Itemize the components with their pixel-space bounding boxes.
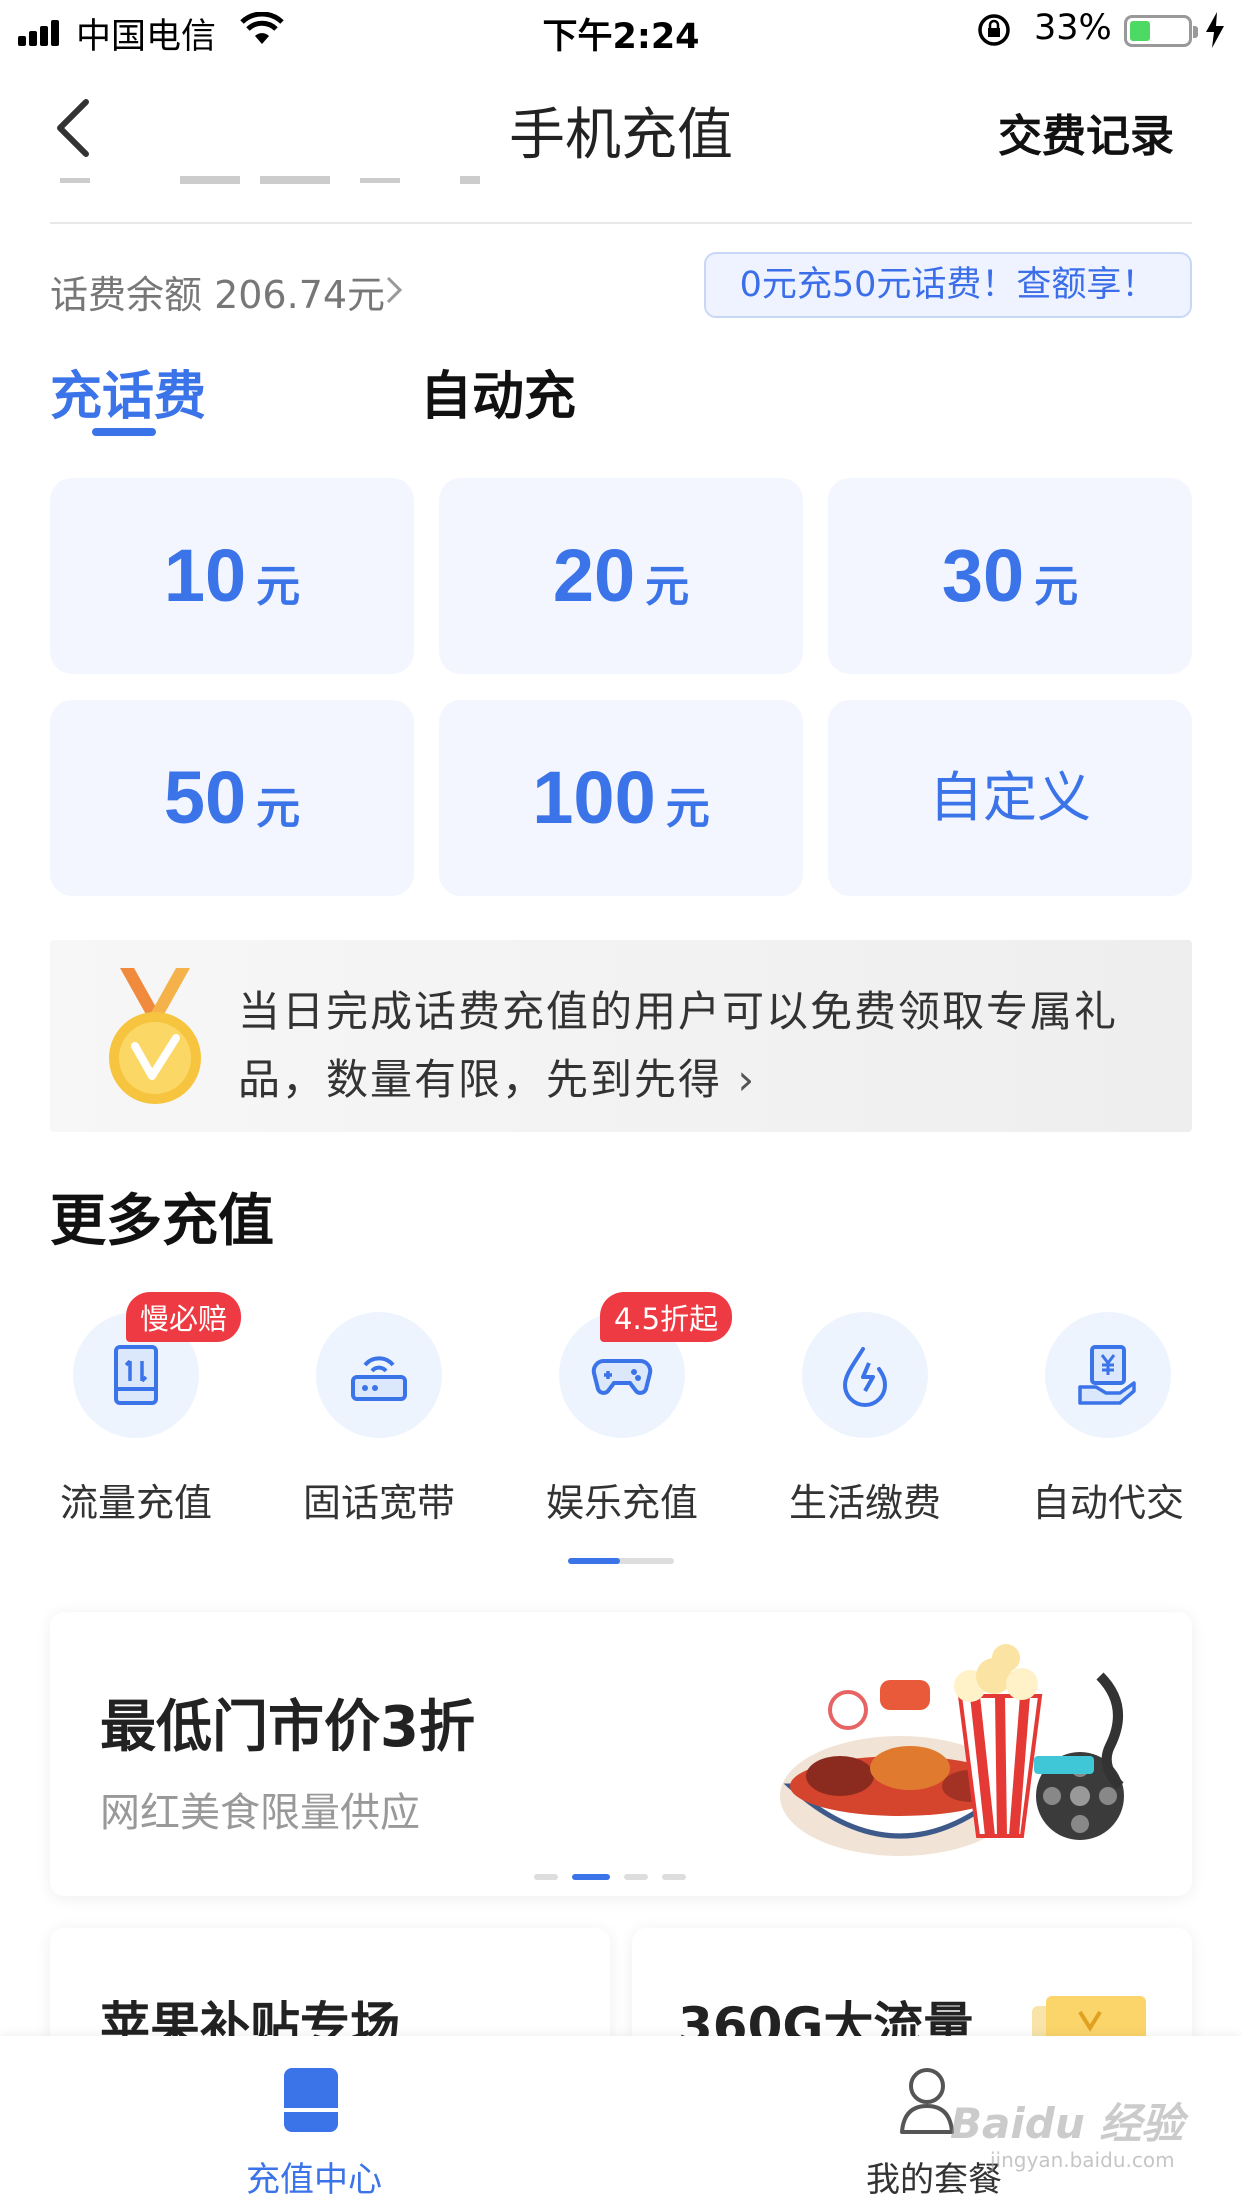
service-label: 娱乐充值	[545, 1481, 698, 1525]
service-entertainment[interactable]: 娱乐充值	[502, 1312, 742, 1527]
amount-tile-100[interactable]: 100 元	[439, 700, 803, 896]
service-label: 生活缴费	[788, 1481, 941, 1525]
phone-card-icon[interactable]	[282, 2066, 340, 2134]
rotation-lock-icon	[978, 14, 1010, 46]
amount-tile-custom[interactable]: 自定义	[828, 700, 1192, 896]
services-scroll-thumb	[568, 1558, 620, 1564]
tab-auto-recharge[interactable]: 自动充	[420, 354, 576, 429]
water-drop-icon	[842, 1347, 888, 1407]
balance-label[interactable]: 话费余额 206.74元	[50, 264, 385, 319]
payment-records-link[interactable]: 交费记录	[998, 100, 1174, 164]
service-auto-pay[interactable]: 自动代交	[988, 1312, 1228, 1527]
food-movie-illustration	[780, 1644, 1124, 1856]
battery-percent: 33%	[1034, 8, 1112, 48]
chevron-right-icon	[386, 276, 403, 304]
amount-tile-10[interactable]: 10 元	[50, 478, 414, 674]
service-badge: 4.5折起	[600, 1292, 733, 1342]
service-data-recharge[interactable]: 流量充值	[16, 1312, 256, 1527]
tab-active-indicator	[92, 428, 156, 436]
service-label: 固话宽带	[302, 1481, 455, 1525]
gamepad-icon	[591, 1359, 653, 1395]
promo-pill[interactable]: 0元充50元话费！查额享！	[704, 252, 1192, 318]
tab-recharge-fee[interactable]: 充话费	[50, 354, 206, 429]
status-bar: 中国电信 下午2:24 33%	[0, 0, 1242, 62]
router-icon	[351, 1356, 407, 1401]
chevron-right-icon: ›	[737, 1055, 757, 1104]
amount-tile-20[interactable]: 20 元	[439, 478, 803, 674]
amount-unit: 元	[645, 561, 690, 612]
service-landline-broadband[interactable]: 固话宽带	[259, 1312, 499, 1527]
battery-icon	[1124, 15, 1198, 47]
user-icon[interactable]	[898, 2066, 956, 2136]
amount-unit: 元	[256, 561, 301, 612]
charging-bolt-icon	[1206, 12, 1224, 48]
service-label: 自动代交	[1031, 1481, 1184, 1525]
scrolled-text-fragment	[60, 176, 480, 184]
amount-unit: 元	[665, 783, 710, 834]
header-divider	[50, 222, 1192, 224]
custom-amount-label: 自定义	[929, 766, 1091, 829]
promo-card-title: 最低门市价3折	[100, 1695, 475, 1760]
amount-unit: 元	[1034, 561, 1079, 612]
amount-value: 10	[163, 534, 247, 617]
amount-value: 50	[163, 756, 247, 839]
data-card-icon	[114, 1345, 158, 1405]
medal-icon	[109, 968, 201, 1104]
carousel-dots	[534, 1874, 714, 1880]
baidu-watermark: Baidu 经验	[950, 2099, 1184, 2148]
amount-unit: 元	[256, 783, 301, 834]
tab-recharge-center[interactable]: 充值中心	[246, 2152, 382, 2201]
promo-card-subtitle: 网红美食限量供应	[100, 1790, 420, 1836]
service-label: 流量充值	[59, 1481, 212, 1525]
tab-my-plan[interactable]: 我的套餐	[866, 2152, 1002, 2201]
gift-banner-text: 当日完成话费充值的用户可以免费领取专属礼品，数量有限，先到先得 ›	[238, 987, 1119, 1104]
amount-value: 30	[941, 534, 1025, 617]
amount-tile-50[interactable]: 50 元	[50, 700, 414, 896]
amount-tile-30[interactable]: 30 元	[828, 478, 1192, 674]
yuan-hand-icon	[1078, 1345, 1136, 1405]
service-badge: 慢必赔	[126, 1292, 242, 1342]
section-title-more: 更多充值	[50, 1189, 274, 1254]
watermark-url: jingyan.baidu.com	[990, 2148, 1175, 2172]
service-utilities[interactable]: 生活缴费	[745, 1312, 985, 1527]
amount-value: 20	[552, 534, 636, 617]
amount-value: 100	[532, 756, 656, 839]
